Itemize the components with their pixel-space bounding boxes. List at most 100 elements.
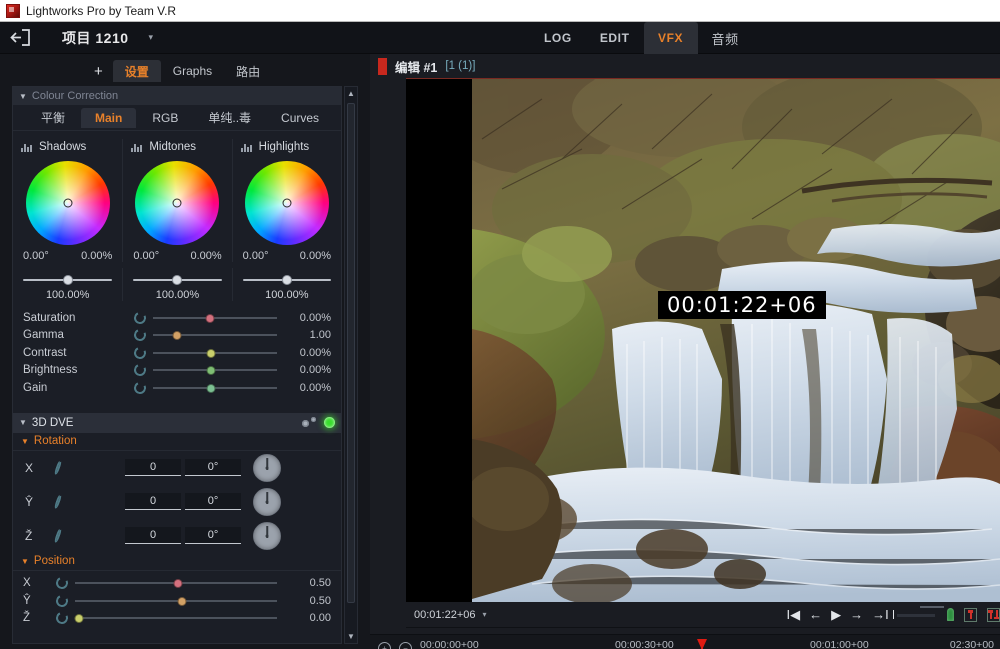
- timecode-dropdown-icon[interactable]: ▾: [482, 610, 486, 619]
- slider-handle[interactable]: [205, 313, 215, 323]
- slider-handle[interactable]: [173, 579, 183, 589]
- tab-routing[interactable]: 路由: [224, 60, 272, 82]
- axis-label: Ŷ: [23, 594, 31, 607]
- cc-tab-rgb[interactable]: RGB: [138, 108, 192, 128]
- rotation-y-degrees[interactable]: 0°: [185, 493, 241, 510]
- tab-log[interactable]: LOG: [530, 22, 586, 54]
- wheel-shadows-title: Shadows: [13, 139, 122, 155]
- highlights-gain-slider[interactable]: [241, 274, 333, 286]
- dve-section-header[interactable]: ▼ 3D DVE: [13, 412, 341, 433]
- effects-panel-scrollbar[interactable]: ▲ ▼: [344, 86, 358, 644]
- rotation-x-dial[interactable]: [253, 453, 281, 482]
- rotation-z-value[interactable]: 0: [125, 527, 181, 544]
- mark-in-out-icon[interactable]: [987, 607, 1000, 622]
- reset-icon[interactable]: [55, 594, 69, 608]
- reset-icon[interactable]: [133, 311, 147, 325]
- histogram-icon[interactable]: [240, 143, 252, 152]
- reset-icon[interactable]: [55, 576, 69, 590]
- slider-handle[interactable]: [74, 614, 84, 624]
- tab-edit[interactable]: EDIT: [586, 22, 644, 54]
- midtones-gain-slider[interactable]: [131, 274, 223, 286]
- tab-audio[interactable]: 音频: [698, 22, 753, 54]
- tab-graphs[interactable]: Graphs: [161, 60, 224, 82]
- video-preview[interactable]: 00:01:22+06: [406, 78, 1000, 602]
- histogram-icon[interactable]: [21, 143, 32, 152]
- slider-handle[interactable]: [206, 383, 216, 393]
- skip-to-start-icon[interactable]: I◀: [787, 608, 801, 621]
- cc-tab-curves[interactable]: Curves: [267, 108, 333, 128]
- rotation-x-value[interactable]: 0: [125, 459, 181, 476]
- position-z-slider[interactable]: [74, 611, 277, 625]
- rotation-y-value[interactable]: 0: [125, 493, 181, 510]
- position-x-slider[interactable]: [75, 576, 277, 590]
- rotation-subsection-header[interactable]: ▼ Rotation: [13, 433, 341, 451]
- tab-settings[interactable]: 设置: [112, 60, 161, 82]
- play-icon[interactable]: ▶: [831, 608, 841, 621]
- ruler-time-2: 00:01:00+00: [810, 639, 869, 649]
- slider-handle[interactable]: [281, 275, 292, 285]
- playhead[interactable]: [701, 639, 703, 649]
- collapse-chevron-icon[interactable]: ▼: [21, 557, 29, 566]
- shadows-gain-slider[interactable]: [21, 274, 114, 286]
- main-mode-tabs: LOG EDIT VFX 音频: [530, 22, 753, 54]
- reset-icon[interactable]: [133, 381, 147, 395]
- mark-in-icon[interactable]: [964, 607, 977, 622]
- step-back-icon[interactable]: ←: [809, 608, 822, 621]
- exit-project-button[interactable]: [0, 22, 40, 54]
- gain-slider[interactable]: [153, 381, 277, 395]
- gamma-slider[interactable]: [153, 328, 277, 342]
- midtones-values: 0.00° 0.00%: [123, 245, 231, 262]
- rotation-y-dial[interactable]: [253, 487, 281, 516]
- slider-handle[interactable]: [206, 366, 216, 376]
- rotation-x-degrees[interactable]: 0°: [185, 459, 241, 476]
- colour-correction-header[interactable]: ▼ Colour Correction: [13, 87, 341, 105]
- position-title: Position: [33, 555, 75, 567]
- power-led-icon[interactable]: [324, 417, 335, 428]
- scrub-bar[interactable]: [892, 606, 944, 619]
- slider-handle[interactable]: [172, 275, 183, 285]
- highlights-colour-wheel[interactable]: [244, 161, 329, 245]
- rotation-z-degrees[interactable]: 0°: [185, 527, 241, 544]
- reset-icon[interactable]: [133, 363, 147, 377]
- project-dropdown-icon[interactable]: ▾: [149, 32, 154, 43]
- timeline-ruler[interactable]: + − 00:00:00+00 00:00:30+00 00:01:00+00 …: [370, 635, 1000, 649]
- wheel-handle[interactable]: [172, 198, 182, 208]
- collapse-chevron-icon[interactable]: ▼: [21, 437, 29, 446]
- scroll-up-icon[interactable]: ▲: [345, 87, 357, 100]
- cc-tab-balance[interactable]: 平衡: [27, 106, 79, 129]
- tab-vfx[interactable]: VFX: [643, 22, 698, 54]
- brightness-slider[interactable]: [153, 363, 277, 377]
- gear-icon[interactable]: [302, 416, 316, 429]
- slider-handle[interactable]: [172, 331, 182, 341]
- reset-icon[interactable]: [133, 328, 147, 342]
- zoom-out-icon[interactable]: −: [399, 641, 412, 649]
- cc-tab-single[interactable]: 单纯..毒: [194, 106, 265, 129]
- scrollbar-thumb[interactable]: [347, 103, 355, 603]
- zoom-in-icon[interactable]: +: [378, 641, 391, 649]
- saturation-slider[interactable]: [153, 311, 277, 325]
- midtones-colour-wheel[interactable]: [135, 161, 220, 245]
- colour-parameters: Saturation 0.00% Gamma 1.00 Contrast 0.0…: [13, 301, 341, 405]
- collapse-chevron-icon[interactable]: ▼: [19, 418, 27, 427]
- step-forward-icon[interactable]: →: [850, 608, 863, 621]
- slider-handle[interactable]: [62, 275, 73, 285]
- reset-icon[interactable]: [133, 346, 147, 360]
- home-marker-icon[interactable]: [947, 608, 955, 621]
- position-subsection-header[interactable]: ▼ Position: [13, 553, 341, 571]
- contrast-slider[interactable]: [153, 346, 277, 360]
- current-timecode[interactable]: 00:01:22+06: [414, 609, 475, 621]
- histogram-icon[interactable]: [131, 143, 143, 152]
- skip-to-end-icon[interactable]: →I: [872, 608, 889, 621]
- slider-handle[interactable]: [206, 348, 216, 358]
- wheel-handle[interactable]: [282, 198, 292, 208]
- rotation-z-dial[interactable]: [253, 521, 281, 550]
- collapse-chevron-icon[interactable]: ▼: [19, 92, 27, 101]
- position-y-slider[interactable]: [75, 594, 277, 608]
- wheel-handle[interactable]: [63, 198, 73, 208]
- reset-icon[interactable]: [55, 611, 69, 625]
- slider-handle[interactable]: [177, 596, 187, 606]
- add-effect-tab[interactable]: +: [84, 60, 113, 82]
- cc-tab-main[interactable]: Main: [81, 107, 137, 128]
- shadows-colour-wheel[interactable]: [25, 161, 110, 245]
- scroll-down-icon[interactable]: ▼: [345, 630, 357, 643]
